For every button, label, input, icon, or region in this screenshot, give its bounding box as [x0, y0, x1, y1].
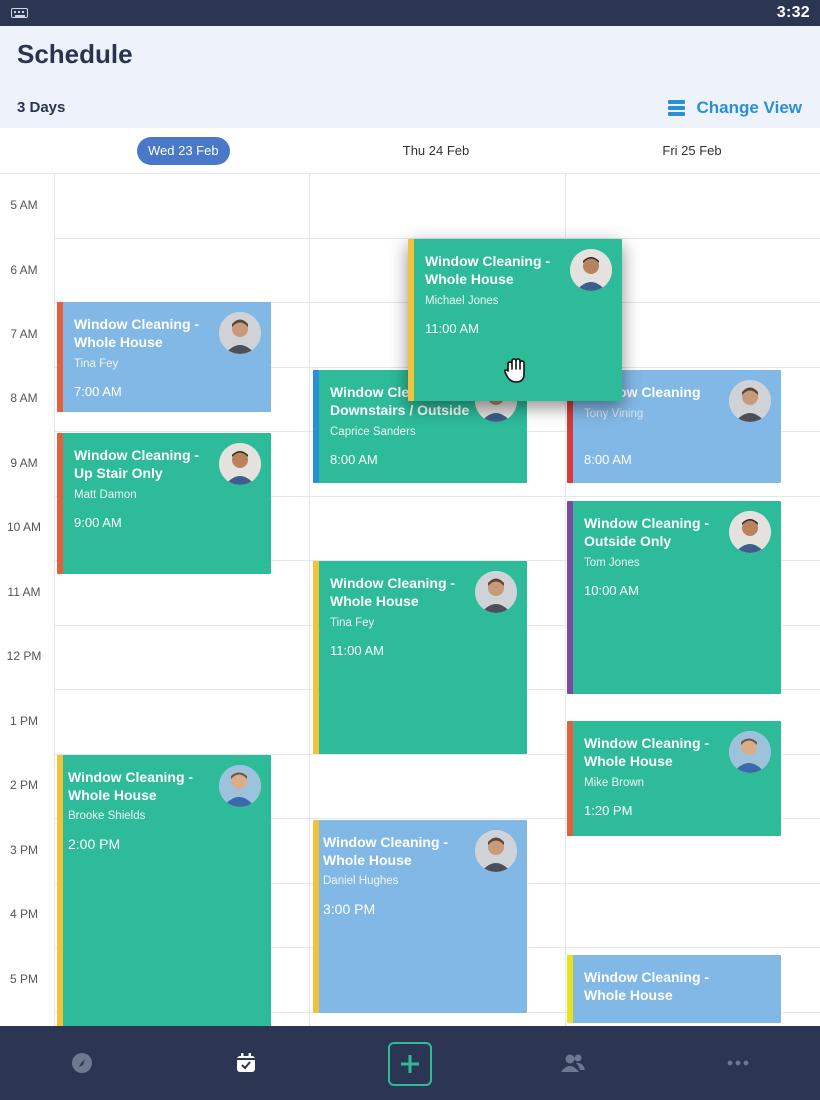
view-mode-label: 3 Days — [17, 99, 66, 116]
change-view-label: Change View — [696, 98, 803, 117]
schedule-app: 3:32 Schedule 3 Days Change View Wed 23 … — [0, 0, 820, 1100]
hour-label: 11 AM — [7, 585, 41, 599]
event-client: Mike Brown — [584, 777, 645, 789]
event-title: Window Cleaning - Whole House — [584, 969, 710, 1003]
avatar — [475, 571, 517, 613]
hour-label: 5 PM — [9, 972, 38, 986]
hour-label: 3 PM — [9, 843, 38, 857]
avatar — [570, 249, 612, 291]
day-header-row: Wed 23 Feb Thu 24 Feb Fri 25 Feb — [0, 128, 820, 174]
event-time: 10:00 AM — [584, 583, 639, 598]
hour-label: 4 PM — [9, 907, 38, 921]
more-icon[interactable] — [708, 1026, 768, 1100]
event-card[interactable]: Window Cleaning - Whole House Tina Fey 7… — [57, 302, 271, 412]
hour-label: 2 PM — [9, 778, 38, 792]
event-title: Window Cleaning - Whole House — [425, 253, 551, 287]
status-bar: 3:32 — [0, 0, 820, 26]
event-time: 8:00 AM — [584, 452, 632, 467]
calendar-icon[interactable] — [216, 1026, 276, 1100]
event-time: 11:00 AM — [425, 321, 479, 336]
day-header-thu[interactable]: Thu 24 Feb — [381, 137, 491, 165]
event-client: Tina Fey — [74, 358, 119, 370]
event-time: 3:00 PM — [323, 901, 376, 917]
schedule-grid: 5 AM 6 AM 7 AM 8 AM 9 AM 10 AM 11 AM 12 … — [0, 174, 820, 1026]
change-view-button[interactable]: Change View — [667, 98, 803, 118]
hour-label: 6 AM — [10, 263, 38, 277]
event-time: 9:00 AM — [74, 515, 122, 530]
event-client: Brooke Shields — [68, 810, 146, 822]
hour-label: 1 PM — [9, 714, 38, 728]
event-title: Window Cleaning - Whole House — [74, 316, 200, 350]
avatar — [729, 511, 771, 553]
event-title: Window Cleaning - Whole House — [68, 769, 194, 803]
event-client: Tina Fey — [330, 617, 375, 629]
people-icon[interactable] — [543, 1026, 603, 1100]
hour-label: 9 AM — [10, 456, 38, 470]
event-client: Caprice Sanders — [330, 426, 416, 438]
event-client: Tony Vining — [584, 408, 644, 420]
dashboard-icon[interactable] — [52, 1026, 112, 1100]
list-view-icon — [667, 100, 685, 116]
avatar — [729, 731, 771, 773]
event-time: 11:00 AM — [330, 643, 384, 658]
bottom-nav — [0, 1026, 820, 1100]
event-title: Window Cleaning - Outside Only — [584, 515, 710, 549]
avatar — [475, 830, 517, 872]
avatar — [219, 443, 261, 485]
event-time: 2:00 PM — [68, 836, 121, 852]
event-time: 1:20 PM — [584, 803, 633, 818]
grab-hand-icon — [503, 357, 529, 390]
status-time: 3:32 — [776, 4, 810, 21]
day-header-wed[interactable]: Wed 23 Feb — [137, 137, 230, 165]
hour-label: 5 AM — [10, 198, 38, 212]
day-header-fri[interactable]: Fri 25 Feb — [637, 137, 747, 165]
hour-label: 8 AM — [10, 391, 38, 405]
event-card[interactable]: Window Cleaning - Whole House Daniel Hug… — [313, 820, 527, 1013]
event-title: Window Cleaning - Up Stair Only — [74, 447, 200, 481]
event-card[interactable]: Window Cleaning - Whole House Mike Brown… — [567, 721, 781, 836]
hour-label: 10 AM — [6, 520, 42, 534]
event-client: Tom Jones — [584, 557, 640, 569]
event-client: Daniel Hughes — [323, 875, 399, 887]
page-header: Schedule 3 Days Change View — [0, 26, 820, 128]
event-client: Matt Damon — [74, 489, 137, 501]
dragging-event-card[interactable]: Window Cleaning - Whole House Michael Jo… — [408, 239, 622, 401]
add-button[interactable] — [388, 1042, 432, 1086]
event-card[interactable]: Window Cleaning - Up Stair Only Matt Dam… — [57, 433, 271, 574]
avatar — [219, 312, 261, 354]
hour-label: 12 PM — [6, 649, 42, 663]
event-card[interactable]: Window Cleaning - Outside Only Tom Jones… — [567, 501, 781, 694]
event-client: Michael Jones — [425, 295, 499, 307]
keyboard-icon — [11, 8, 28, 18]
event-title: Window Cleaning - Whole House — [584, 735, 710, 769]
avatar — [219, 765, 261, 807]
event-title: Window Cleaning - Whole House — [330, 575, 456, 609]
event-time: 7:00 AM — [74, 384, 122, 399]
event-time: 8:00 AM — [330, 452, 378, 467]
page-title: Schedule — [17, 39, 133, 69]
event-card[interactable]: Window Cleaning - Whole House Brooke Shi… — [57, 755, 271, 1026]
event-card[interactable]: Window Cleaning - Whole House — [567, 955, 781, 1023]
avatar — [729, 380, 771, 422]
hour-label: 7 AM — [10, 327, 38, 341]
event-title: Window Cleaning - Whole House — [323, 834, 449, 868]
event-card[interactable]: Window Cleaning - Whole House Tina Fey 1… — [313, 561, 527, 754]
add-icon — [401, 1055, 419, 1073]
